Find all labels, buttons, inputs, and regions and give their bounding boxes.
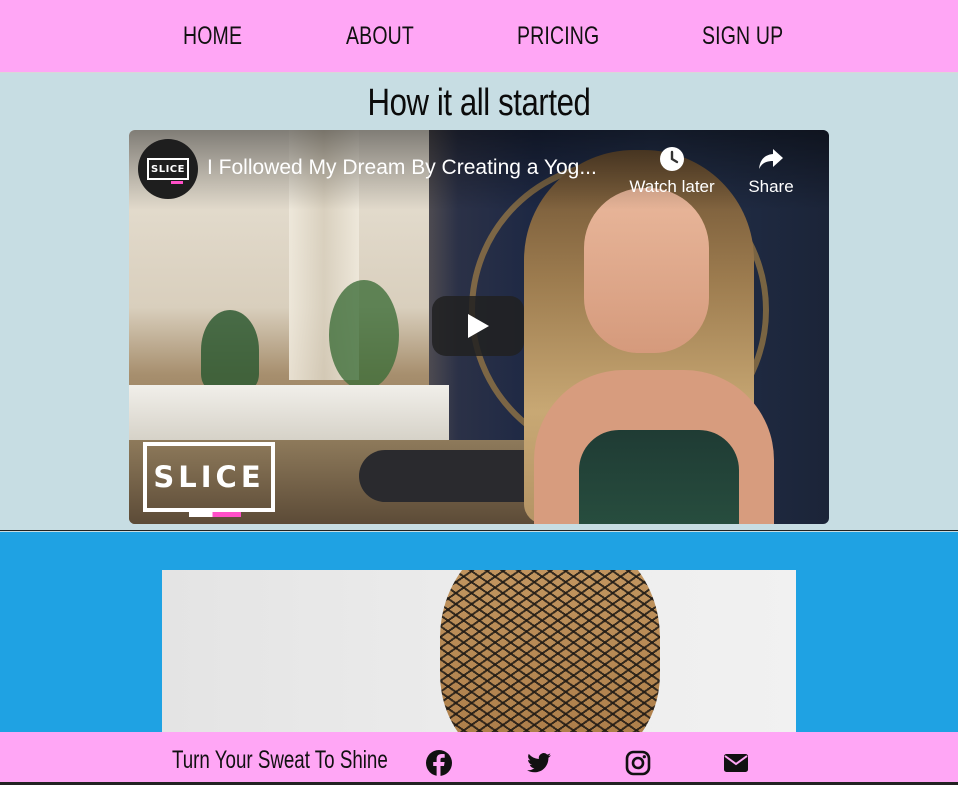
clock-icon — [660, 147, 684, 171]
channel-logo: SLICE — [147, 158, 189, 184]
nav-link-sign-up[interactable]: SIGN UP — [702, 22, 783, 51]
nav-link-home[interactable]: HOME — [183, 22, 242, 51]
channel-logo-text: SLICE — [151, 163, 185, 175]
video-frame-plant — [329, 280, 399, 390]
watch-later-button[interactable]: Watch later — [626, 146, 718, 197]
instagram-icon[interactable] — [624, 749, 652, 777]
video-frame-bench — [129, 385, 449, 440]
gallery-section — [0, 532, 958, 732]
gallery-photo — [162, 570, 796, 732]
video-title[interactable]: I Followed My Dream By Creating a Yog... — [207, 156, 617, 180]
nav-link-pricing[interactable]: PRICING — [517, 22, 599, 51]
watch-later-label: Watch later — [629, 177, 715, 196]
footer-tagline: Turn Your Sweat To Shine — [172, 746, 388, 774]
play-icon — [468, 314, 489, 338]
footer: Turn Your Sweat To Shine — [0, 732, 958, 785]
share-arrow-icon — [759, 149, 783, 169]
share-button[interactable]: Share — [739, 146, 803, 197]
slice-watermark: SLICE — [143, 442, 275, 517]
story-heading: How it all started — [367, 82, 591, 124]
nav-link-about[interactable]: ABOUT — [346, 22, 414, 51]
play-button[interactable] — [432, 296, 524, 356]
video-frame-plant — [201, 310, 259, 390]
slice-watermark-text: SLICE — [153, 460, 265, 494]
video-player[interactable]: SLICE I Followed My Dream By Creating a … — [129, 130, 829, 524]
slice-watermark-accent — [189, 512, 241, 517]
channel-logo-accent — [171, 181, 183, 184]
channel-avatar[interactable]: SLICE — [138, 139, 198, 199]
main-nav: HOME ABOUT PRICING SIGN UP — [0, 0, 958, 73]
wicker-lamp-image — [440, 570, 660, 732]
twitter-icon[interactable] — [525, 749, 553, 777]
video-frame-person-top — [579, 430, 739, 524]
envelope-icon[interactable] — [722, 749, 750, 777]
video-frame-person-face — [584, 188, 709, 353]
share-label: Share — [748, 177, 794, 196]
story-section: How it all started SLICE I Followed My D… — [0, 74, 958, 531]
facebook-icon[interactable] — [425, 749, 453, 777]
